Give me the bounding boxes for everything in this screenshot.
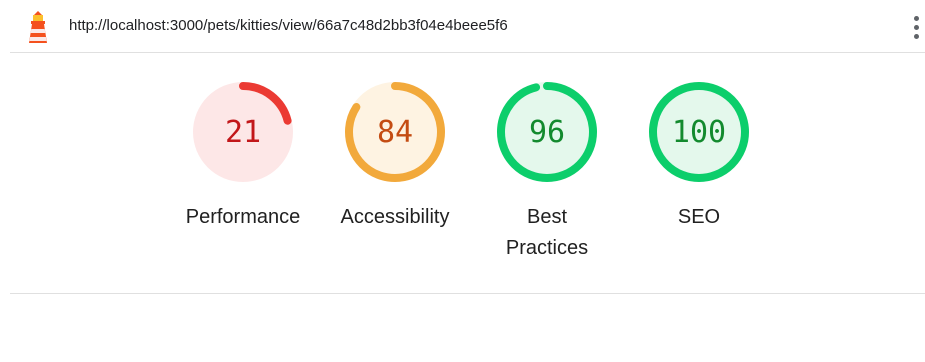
report-header: http://localhost:3000/pets/kitties/view/…: [0, 0, 925, 52]
label-performance-line1: Performance: [185, 206, 301, 228]
score-performance: 21: [224, 114, 262, 150]
page-url[interactable]: http://localhost:3000/pets/kitties/view/…: [69, 17, 508, 34]
score-seo: 100: [671, 114, 727, 150]
label-best-practices: Best Practices: [472, 202, 622, 264]
score-gauges: 21 Performance 84 Accessibility 96 Best …: [0, 82, 925, 282]
header-divider: [10, 52, 925, 53]
gauge-performance[interactable]: 21 Performance: [168, 82, 318, 272]
label-seo-line1: SEO: [677, 206, 721, 228]
score-accessibility: 84: [376, 114, 414, 150]
score-best-practices: 96: [528, 114, 566, 150]
section-divider: [10, 293, 925, 294]
gauge-accessibility[interactable]: 84 Accessibility: [320, 82, 470, 272]
lighthouse-icon: [29, 11, 47, 43]
label-accessibility-line1: Accessibility: [340, 206, 450, 228]
label-best-practices-line1: Best: [526, 206, 568, 228]
gauge-best-practices[interactable]: 96 Best Practices: [472, 82, 622, 272]
more-vert-icon[interactable]: [906, 12, 925, 42]
gauge-seo[interactable]: 100 SEO: [624, 82, 774, 272]
label-performance: Performance: [168, 202, 318, 233]
label-seo: SEO: [624, 202, 774, 233]
label-best-practices-line2: Practices: [505, 237, 589, 259]
label-accessibility: Accessibility: [320, 202, 470, 233]
